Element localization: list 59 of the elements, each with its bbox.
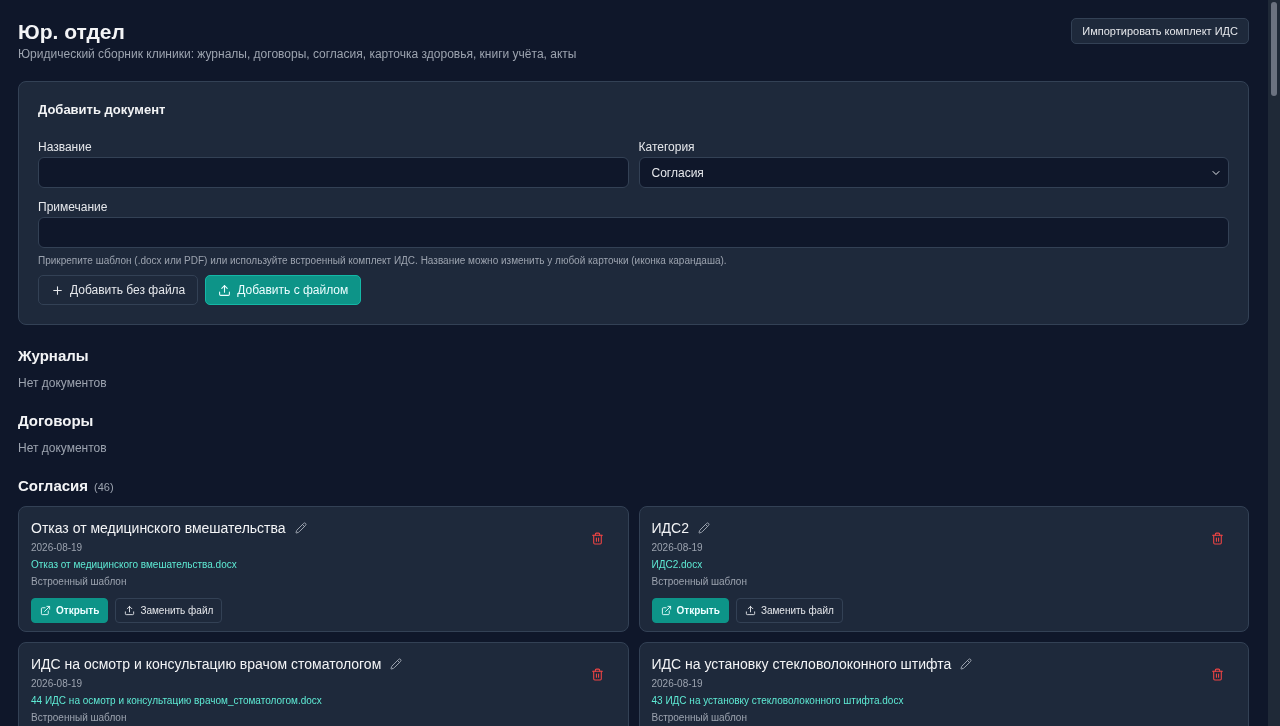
upload-icon [744, 605, 756, 616]
external-link-icon [40, 605, 51, 616]
open-button[interactable]: Открыть [651, 598, 729, 623]
delete-button[interactable] [1211, 668, 1224, 681]
document-count: (46) [94, 481, 114, 493]
section-title: Согласия [18, 477, 89, 494]
add-button[interactable]: Добавить без файла [38, 275, 199, 305]
field-label: Примечание [38, 200, 108, 214]
trash-icon [590, 532, 604, 545]
pencil-icon[interactable] [960, 658, 973, 670]
replace-file-button[interactable]: Заменить файл [735, 598, 843, 623]
upload-icon [124, 605, 136, 616]
delete-button[interactable] [1211, 532, 1224, 545]
upload-icon [218, 283, 232, 297]
replace-file-button[interactable]: Заменить файл [115, 598, 223, 623]
scrollbar-thumb[interactable] [1271, 2, 1277, 96]
document-date: 2026-08-19 [651, 542, 703, 553]
section-title: Журналы [18, 347, 89, 364]
template-source: Встроенный шаблон [651, 712, 747, 723]
document-title: ИДС на осмотр и консультацию врачом стоматологом [31, 656, 382, 672]
document-date: 2026-08-19 [31, 678, 83, 689]
page-subtitle: Юридический сборник клиники: журналы, договоры, согласия, карточка здоровья, книги учёта, акты [18, 47, 577, 61]
hint-text: Прикрепите шаблон (.docx или PDF) или используйте встроенный комплект ИДС. Название можно изменить у любой карточки (иконка карандаша). [38, 255, 728, 266]
panel-title: Добавить документ [38, 102, 167, 117]
note-field[interactable] [38, 217, 1229, 248]
document-title: ИДС на установку стекловолоконного штифта [651, 656, 952, 672]
template-source: Встроенный шаблон [31, 712, 127, 723]
document-title: Отказ от медицинского вмешательства [31, 520, 286, 536]
trash-icon [590, 668, 604, 681]
scrollbar[interactable] [1268, 0, 1280, 726]
open-button[interactable]: Открыть [31, 598, 109, 623]
file-link[interactable]: 43 ИДС на установку стекловолоконного штифта.docx [651, 695, 904, 706]
plus-icon [51, 283, 64, 297]
delete-button[interactable] [590, 532, 604, 545]
name-field[interactable] [38, 157, 629, 188]
document-date: 2026-08-19 [31, 542, 83, 553]
page-title: Юр. отдел [18, 20, 126, 44]
category-select[interactable]: Согласия [638, 157, 1229, 188]
pencil-icon[interactable] [390, 658, 403, 670]
external-link-icon [660, 605, 672, 616]
delete-button[interactable] [590, 668, 604, 681]
import-button[interactable]: Импортировать комплект ИДС [1071, 18, 1249, 44]
field-label: Категория [638, 140, 695, 154]
pencil-icon[interactable] [294, 522, 307, 534]
empty-text: Нет документов [18, 441, 107, 455]
pencil-icon[interactable] [697, 522, 710, 534]
add-button[interactable]: Добавить с файлом [205, 275, 362, 305]
document-title: ИДС2 [651, 520, 689, 536]
template-source: Встроенный шаблон [651, 576, 747, 587]
field-label: Название [38, 140, 92, 154]
document-date: 2026-08-19 [651, 678, 703, 689]
file-link[interactable]: 44 ИДС на осмотр и консультацию врачом_стоматологом.docx [31, 695, 322, 706]
file-link[interactable]: ИДС2.docx [651, 559, 703, 570]
trash-icon [1211, 532, 1224, 545]
template-source: Встроенный шаблон [31, 576, 127, 587]
trash-icon [1211, 668, 1224, 681]
file-link[interactable]: Отказ от медицинского вмешательства.docx [31, 559, 237, 570]
section-title: Договоры [18, 412, 94, 429]
empty-text: Нет документов [18, 376, 107, 390]
